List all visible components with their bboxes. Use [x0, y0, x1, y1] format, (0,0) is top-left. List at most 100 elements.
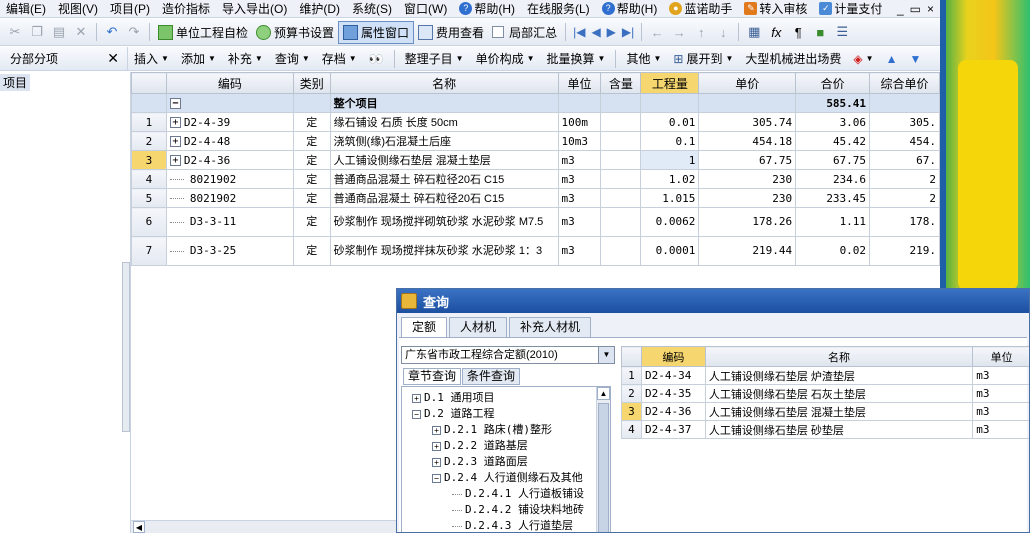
copy-icon[interactable]: ❐ — [28, 23, 46, 41]
scroll-up-icon[interactable]: ▲ — [597, 387, 610, 400]
cell-quantity[interactable]: 1 — [640, 150, 700, 170]
tree-node[interactable]: D.2.4.2 铺设块料地砖 — [452, 501, 584, 517]
cell-type[interactable]: 定 — [292, 131, 331, 151]
col-header-unit[interactable]: 单位 — [972, 346, 1029, 367]
menu-maintenance[interactable]: 维护(D) — [293, 0, 346, 18]
tree-root-node[interactable]: 项目 — [0, 74, 31, 91]
cell-type[interactable]: 定 — [292, 112, 331, 132]
dialog-titlebar[interactable]: 查询 — [397, 289, 1029, 313]
cell-unit[interactable]: m3 — [557, 207, 602, 237]
expand-icon[interactable]: + — [169, 136, 181, 147]
cell-unit[interactable]: m3 — [557, 188, 602, 208]
cell-name[interactable]: 人工铺设侧缘石垫层 混凝土垫层 — [329, 150, 559, 170]
supplement-dropdown[interactable]: 补充 ▼ — [222, 50, 269, 67]
cell-code[interactable]: + D2-4-48 — [165, 131, 294, 151]
cell-content[interactable] — [600, 207, 642, 237]
paste-icon[interactable]: ▤ — [50, 23, 68, 41]
organize-subitems-dropdown[interactable]: 整理子目 ▼ — [399, 50, 470, 67]
collapse-icon[interactable]: − — [432, 473, 441, 483]
cell-code[interactable]: + D2-4-36 — [165, 150, 294, 170]
table-row[interactable]: 1 D2-4-34 人工铺设侧缘石垫层 炉渣垫层 m3 — [621, 366, 1029, 385]
fill-color-dropdown[interactable]: ◈ ▼ — [847, 52, 879, 66]
cell-quantity[interactable]: 0.01 — [640, 112, 700, 132]
other-dropdown[interactable]: 其他 ▼ — [620, 50, 667, 67]
cell-quantity[interactable]: 1.02 — [640, 169, 700, 189]
col-header-content[interactable]: 含量 — [600, 72, 642, 94]
col-header-type[interactable]: 类别 — [292, 72, 331, 94]
group-toggle-cell[interactable]: − — [165, 93, 294, 113]
table-row[interactable]: 7 D3-3-25 定 砂浆制作 现场搅拌抹灰砂浆 水泥砂浆 1：3 m3 0.… — [131, 236, 940, 266]
arrow-down-icon[interactable]: ▼ — [903, 52, 927, 66]
col-header-quantity[interactable]: 工程量 — [640, 72, 700, 94]
cell-price[interactable]: 454.18 — [698, 131, 797, 151]
binoculars-icon[interactable]: 👀 — [363, 52, 390, 66]
tree-node[interactable]: D.2.4.1 人行道板铺设 — [452, 485, 584, 501]
col-header-price[interactable]: 单价 — [698, 72, 797, 94]
machinery-fee-button[interactable]: 大型机械进出场费 — [739, 50, 847, 67]
cell-code[interactable]: D2-4-35 — [640, 384, 706, 403]
menu-online-service[interactable]: 在线服务(L) — [521, 0, 596, 18]
col-header-comprehensive[interactable]: 综合单价 — [869, 72, 940, 94]
menu-import-export[interactable]: 导入导出(O) — [216, 0, 293, 18]
arrow-up-icon[interactable]: ▲ — [880, 52, 904, 66]
table-row[interactable]: 5 8021902 定 普通商品混凝土 碎石粒径20石 C15 m3 1.015… — [131, 188, 940, 208]
cube-icon[interactable]: ■ — [811, 23, 829, 41]
expand-icon[interactable]: + — [432, 457, 441, 467]
cell-code[interactable]: + D2-4-39 — [165, 112, 294, 132]
fee-view-button[interactable]: 费用查看 — [414, 22, 488, 43]
cell-unit[interactable]: m3 — [557, 150, 602, 170]
panel-splitter[interactable] — [122, 262, 130, 432]
cell-name[interactable]: 缘石铺设 石质 长度 50cm — [329, 112, 559, 132]
redo-icon[interactable]: ↷ — [125, 23, 143, 41]
self-check-button[interactable]: 单位工程自检 — [154, 22, 252, 43]
cell-name[interactable]: 人工铺设侧缘石垫层 石灰土垫层 — [704, 384, 974, 403]
col-header-name[interactable]: 名称 — [329, 72, 559, 94]
cell-content[interactable] — [600, 112, 642, 132]
quota-library-select[interactable]: 广东省市政工程综合定额(2010) ▼ — [401, 346, 615, 364]
menu-project[interactable]: 项目(P) — [104, 0, 156, 18]
col-header-name[interactable]: 名称 — [704, 346, 974, 367]
cell-quantity[interactable]: 0.1 — [640, 131, 700, 151]
cell-price[interactable]: 67.75 — [698, 150, 797, 170]
chevron-down-icon[interactable]: ▼ — [598, 347, 614, 363]
expand-icon[interactable]: + — [169, 117, 181, 128]
cell-price[interactable]: 178.26 — [698, 207, 797, 237]
menu-help[interactable]: ? 帮助(H) — [453, 0, 521, 18]
cell-quantity[interactable]: 1.015 — [640, 188, 700, 208]
cell-type[interactable]: 定 — [292, 150, 331, 170]
cell-code[interactable]: D2-4-36 — [640, 402, 706, 421]
cell-name[interactable]: 浇筑侧(缘)石混凝土后座 — [329, 131, 559, 151]
tree-node[interactable]: + D.2.1 路床(槽)整形 — [432, 421, 552, 437]
scroll-thumb[interactable] — [598, 403, 609, 532]
col-header-code[interactable]: 编码 — [165, 72, 294, 94]
delete-icon[interactable]: ✕ — [72, 23, 90, 41]
cell-content[interactable] — [600, 188, 642, 208]
cell-name[interactable]: 砂浆制作 现场搅拌砌筑砂浆 水泥砂浆 M7.5 — [329, 207, 559, 237]
table-row[interactable]: 6 D3-3-11 定 砂浆制作 现场搅拌砌筑砂浆 水泥砂浆 M7.5 m3 0… — [131, 207, 940, 237]
tree-node[interactable]: + D.2.2 道路基层 — [432, 437, 528, 453]
cell-name[interactable]: 普通商品混凝土 碎石粒径20石 C15 — [329, 169, 559, 189]
cell-unit[interactable]: m3 — [557, 169, 602, 189]
cell-type[interactable]: 定 — [292, 169, 331, 189]
batch-conversion-dropdown[interactable]: 批量换算 ▼ — [541, 50, 612, 67]
group-row[interactable]: − 整个项目 585.41 — [131, 93, 940, 113]
menu-cost-index[interactable]: 造价指标 — [156, 0, 216, 18]
expand-to-dropdown[interactable]: ⊞ 展开到 ▼ — [667, 50, 739, 67]
menu-system[interactable]: 系统(S) — [346, 0, 398, 18]
tab-supplement-material[interactable]: 补充人材机 — [509, 317, 592, 337]
cell-name[interactable]: 砂浆制作 现场搅拌抹灰砂浆 水泥砂浆 1：3 — [329, 236, 559, 266]
paragraph-icon[interactable]: ¶ — [789, 23, 807, 41]
horizontal-scrollbar[interactable]: ◀ — [131, 520, 401, 533]
cell-price[interactable]: 230 — [698, 169, 797, 189]
col-header-unit[interactable]: 单位 — [557, 72, 602, 94]
table-row[interactable]: 1 + D2-4-39 定 缘石铺设 石质 长度 50cm 100m 0.01 3… — [131, 112, 940, 132]
move-right-icon[interactable]: → — [670, 23, 688, 41]
cell-code[interactable]: 8021902 — [165, 188, 294, 208]
expand-icon[interactable]: + — [169, 155, 181, 166]
add-dropdown[interactable]: 添加 ▼ — [175, 50, 222, 67]
cut-icon[interactable]: ✂ — [6, 23, 24, 41]
cell-content[interactable] — [600, 150, 642, 170]
cell-code[interactable]: D2-4-34 — [640, 366, 706, 385]
budget-settings-button[interactable]: 预算书设置 — [252, 22, 338, 43]
table-row-selected[interactable]: 3 + D2-4-36 定 人工铺设侧缘石垫层 混凝土垫层 m3 1 67.75 … — [131, 150, 940, 170]
